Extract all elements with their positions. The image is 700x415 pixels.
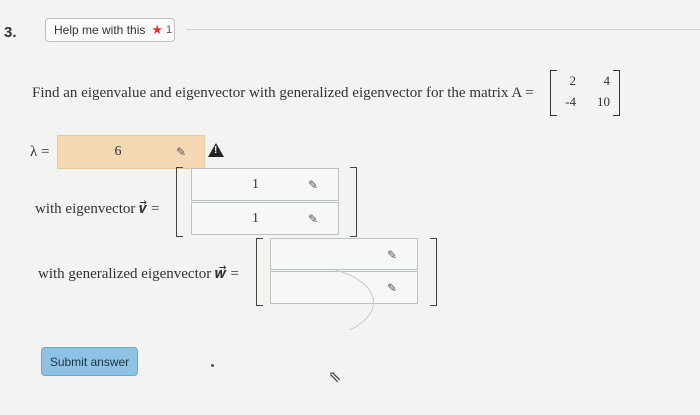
matrix-cell: 4 (603, 73, 611, 88)
matrix-a: 2 4 -4 10 (550, 70, 620, 116)
question-prompt: Find an eigenvalue and eigenvector with … (32, 85, 534, 101)
help-me-button[interactable]: Help me with this ★ 1 (45, 18, 175, 42)
matrix-right-bracket (613, 70, 620, 116)
help-count: 1 (166, 24, 173, 36)
genvector-left-bracket (256, 238, 263, 306)
eigenvector-left-bracket (176, 167, 183, 237)
pencil-icon[interactable]: ✎ (176, 145, 186, 160)
dot (211, 364, 214, 367)
generalized-eigenvector-label: with generalized eigenvector 𝒘⃗ = (38, 266, 239, 282)
ink-stroke (334, 269, 374, 331)
eigenvector-value-1: 1 (252, 176, 259, 192)
matrix-cell: 10 (597, 94, 610, 109)
pencil-icon[interactable]: ✎ (308, 212, 318, 227)
pencil-icon[interactable]: ✎ (308, 178, 318, 193)
eigenvector-input-2[interactable]: 1 ✎ (191, 202, 339, 235)
divider (186, 29, 700, 30)
question-number: 3. (4, 24, 17, 41)
lambda-value: 6 (114, 144, 122, 159)
eigenvector-input-1[interactable]: 1 ✎ (191, 168, 339, 201)
submit-answer-button[interactable]: Submit answer (41, 347, 138, 376)
eigenvector-value-2: 1 (252, 210, 259, 226)
matrix-cell: -4 (565, 94, 576, 109)
pencil-icon[interactable]: ✎ (387, 248, 397, 263)
lambda-label: λ = (30, 144, 50, 160)
matrix-cell: 2 (569, 73, 577, 88)
eigenvector-label: with eigenvector 𝒗⃗ = (35, 201, 160, 217)
eigenvector-right-bracket (350, 167, 357, 237)
cursor-icon: ⇖ (328, 369, 342, 386)
warning-icon: ! (208, 143, 224, 157)
genvector-right-bracket (430, 238, 437, 306)
help-button-label: Help me with this (54, 23, 146, 37)
star-icon: ★ (151, 22, 164, 37)
lambda-input[interactable]: 6 ✎ (57, 135, 205, 169)
